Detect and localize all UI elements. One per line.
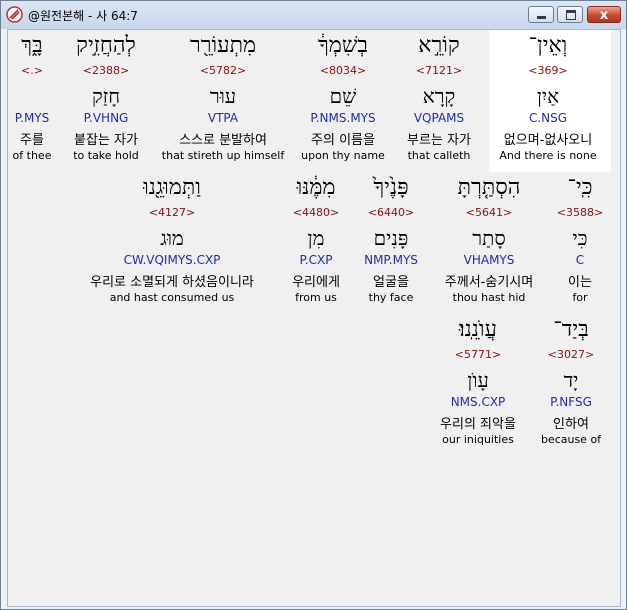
english-gloss: thou hast hid bbox=[452, 291, 526, 304]
morphology-code[interactable]: VQPAMS bbox=[414, 111, 464, 125]
lemma: עוּר bbox=[209, 84, 237, 108]
strong-number[interactable]: <4127> bbox=[149, 206, 195, 219]
morphology-code[interactable]: CW.VQIMYS.CXP bbox=[124, 253, 221, 267]
lemma: פָּנִים bbox=[373, 226, 409, 250]
close-button[interactable]: x bbox=[587, 6, 621, 23]
english-gloss: upon thy name bbox=[301, 149, 385, 162]
english-gloss: to take hold bbox=[73, 149, 139, 162]
strong-number[interactable]: <5771> bbox=[455, 348, 501, 361]
korean-gloss: 이는 bbox=[568, 275, 592, 290]
korean-gloss: 인하여 bbox=[553, 417, 589, 432]
korean-gloss: 붙잡는 자가 bbox=[74, 133, 138, 148]
korean-gloss: 주께서-숨기시며 bbox=[444, 275, 534, 290]
lemma: כִּי bbox=[572, 226, 588, 250]
lemma: קָרָא bbox=[422, 84, 456, 108]
english-gloss: of thee bbox=[12, 149, 52, 162]
morphology-code[interactable]: NMS.CXP bbox=[451, 395, 506, 409]
strong-number[interactable]: <369> bbox=[528, 64, 567, 77]
morphology-code[interactable]: C bbox=[576, 253, 584, 267]
korean-gloss: 주의 이름을 bbox=[311, 133, 375, 148]
english-gloss: that stireth up himself bbox=[161, 149, 285, 162]
strong-number[interactable]: <5641> bbox=[466, 206, 512, 219]
interlinear-panel[interactable]: בָּ֑ךְ <.> P.MYS 주를 of thee לְהַחֲזִ֣יק … bbox=[7, 29, 621, 607]
english-gloss: our iniquities bbox=[442, 433, 514, 446]
english-gloss: from us bbox=[295, 291, 337, 304]
morphology-code[interactable]: P.CXP bbox=[299, 253, 332, 267]
lemma: סָתַר bbox=[472, 226, 506, 250]
hebrew-word: וַתְּמוּגֵ֖נוּ bbox=[143, 175, 201, 200]
korean-gloss: 우리의 죄악을 bbox=[440, 417, 516, 432]
maximize-icon bbox=[558, 7, 582, 22]
strong-number[interactable]: <3027> bbox=[548, 348, 594, 361]
english-gloss: that calleth bbox=[407, 149, 471, 162]
morphology-code[interactable]: VTPA bbox=[208, 111, 238, 125]
hebrew-word: וְאֵין־ bbox=[528, 33, 568, 58]
korean-gloss: 얼굴을 bbox=[373, 275, 409, 290]
english-gloss: thy face bbox=[368, 291, 414, 304]
strong-number[interactable]: <5782> bbox=[200, 64, 246, 77]
korean-gloss: 없으며-없사오니 bbox=[503, 133, 593, 148]
morphology-code[interactable]: NMP.MYS bbox=[364, 253, 418, 267]
lemma: עָוֺן bbox=[467, 368, 489, 392]
window-title: @원전본해 - 사 64:7 bbox=[28, 9, 138, 23]
english-gloss: And there is none bbox=[499, 149, 597, 162]
korean-gloss: 우리에게 bbox=[292, 275, 340, 290]
lemma: מִן bbox=[307, 226, 325, 250]
minimize-button[interactable] bbox=[528, 6, 554, 23]
morphology-code[interactable]: P.NFSG bbox=[550, 395, 592, 409]
hebrew-word: בְּיַד־ bbox=[553, 317, 589, 342]
lemma: יָד bbox=[563, 368, 579, 392]
hebrew-word: מִמֶּ֔נּוּ bbox=[296, 175, 336, 200]
morphology-code[interactable]: VHAMYS bbox=[464, 253, 515, 267]
hebrew-word: בָּ֑ךְ bbox=[21, 33, 43, 58]
strong-number[interactable]: <7121> bbox=[416, 64, 462, 77]
hebrew-word: לְהַחֲזִ֣יק bbox=[76, 33, 136, 58]
strong-number[interactable]: <6440> bbox=[368, 206, 414, 219]
korean-gloss: 우리로 소멸되게 하셨음이니라 bbox=[90, 275, 254, 290]
title-bar[interactable]: @원전본해 - 사 64:7 x bbox=[1, 1, 626, 29]
strong-number[interactable]: <.> bbox=[21, 64, 43, 77]
strong-number[interactable]: <3588> bbox=[557, 206, 603, 219]
english-gloss: for bbox=[572, 291, 588, 304]
english-gloss: because of bbox=[540, 433, 602, 446]
lemma: מוּג bbox=[160, 226, 184, 250]
morphology-code[interactable]: P.VHNG bbox=[84, 111, 129, 125]
korean-gloss: 스스로 분발하여 bbox=[179, 133, 267, 148]
strong-number[interactable]: <2388> bbox=[83, 64, 129, 77]
hebrew-word: פָּנֶ֙יךָ֙ bbox=[373, 175, 409, 200]
hebrew-word: קוֹרֵ֣א bbox=[418, 33, 460, 58]
lemma: חָזַק bbox=[91, 84, 121, 108]
hebrew-word: כִּֽי־ bbox=[567, 175, 593, 200]
app-window: @원전본해 - 사 64:7 x בָּ֑ךְ <.> P.MYS 주를 of … bbox=[0, 0, 627, 610]
korean-gloss: 부르는 자가 bbox=[407, 133, 471, 148]
hebrew-word: בְשִׁמְךָ֔ bbox=[317, 33, 369, 58]
maximize-button[interactable] bbox=[557, 6, 583, 23]
morphology-code[interactable]: P.MYS bbox=[15, 111, 49, 125]
morphology-code[interactable]: C.NSG bbox=[529, 111, 567, 125]
morphology-code[interactable]: P.NMS.MYS bbox=[310, 111, 375, 125]
minimize-icon bbox=[529, 7, 553, 22]
english-gloss: and hast consumed us bbox=[109, 291, 235, 304]
lemma: שֵׁם bbox=[329, 84, 357, 108]
strong-number[interactable]: <4480> bbox=[293, 206, 339, 219]
close-icon: x bbox=[599, 8, 609, 23]
strong-number[interactable]: <8034> bbox=[320, 64, 366, 77]
app-logo-icon bbox=[6, 6, 23, 23]
hebrew-word: הִסְתַּ֤רְתָּ bbox=[457, 175, 521, 200]
hebrew-word: עֲוֺנֵֽנוּ׃ bbox=[458, 317, 498, 342]
lemma: אַיִן bbox=[536, 84, 560, 108]
hebrew-word: מִתְעוֹרֵ֖ר bbox=[189, 33, 257, 58]
korean-gloss: 주를 bbox=[20, 133, 44, 148]
